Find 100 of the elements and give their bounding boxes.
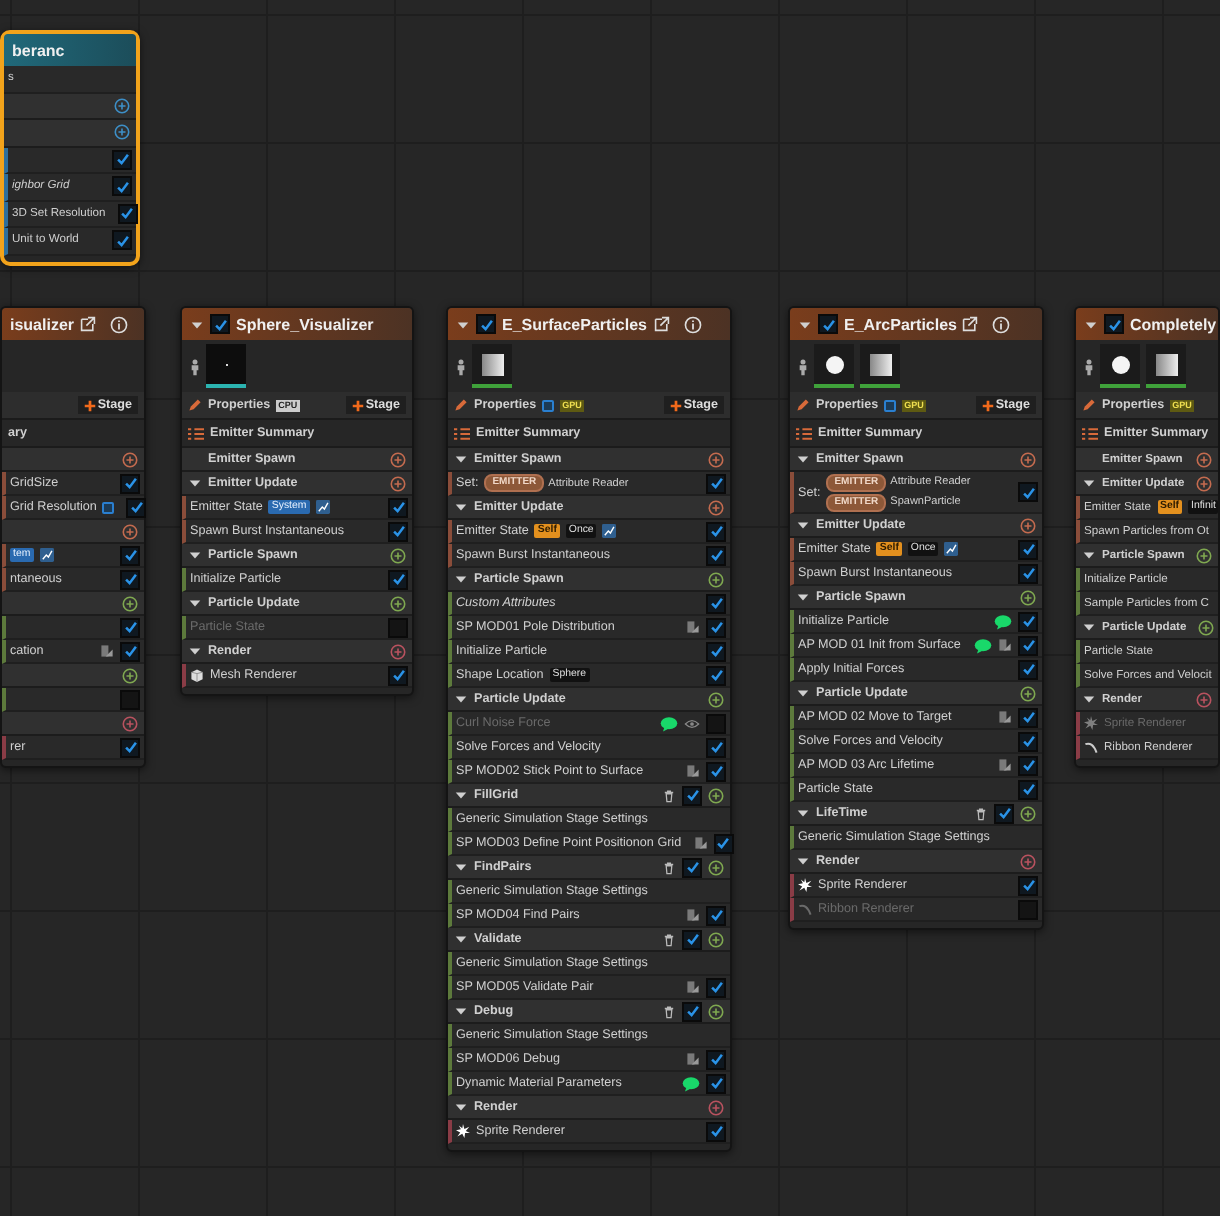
add-icon[interactable] [708, 571, 724, 587]
checkbox[interactable] [1018, 779, 1038, 799]
checkbox[interactable] [706, 1049, 726, 1069]
checkbox[interactable] [706, 737, 726, 757]
checkbox[interactable] [112, 230, 132, 251]
checkbox[interactable] [120, 569, 140, 589]
comment-icon[interactable] [974, 637, 992, 653]
checkbox[interactable] [706, 1073, 726, 1093]
caret-icon[interactable] [454, 1004, 468, 1018]
checkbox[interactable] [1018, 563, 1038, 583]
caret-icon[interactable] [796, 452, 810, 466]
add-icon[interactable] [390, 451, 406, 467]
checkbox[interactable] [706, 1121, 726, 1141]
add-icon[interactable] [390, 475, 406, 491]
checkbox[interactable] [682, 857, 702, 877]
graph-icon[interactable] [315, 500, 330, 514]
graph-icon[interactable] [39, 548, 54, 562]
checkbox[interactable] [682, 785, 702, 805]
caret-icon[interactable] [188, 476, 202, 490]
caret-icon[interactable] [454, 1100, 468, 1114]
caret-icon[interactable] [454, 452, 468, 466]
trash-icon[interactable] [662, 859, 676, 875]
add-icon[interactable] [390, 547, 406, 563]
checkbox[interactable] [706, 545, 726, 565]
checkbox[interactable] [1018, 539, 1038, 559]
caret-icon[interactable] [1084, 317, 1098, 331]
checkbox[interactable] [706, 617, 726, 637]
stage-header[interactable] [4, 120, 136, 147]
checkbox[interactable] [818, 314, 838, 334]
checkbox[interactable] [1018, 731, 1038, 751]
checkbox[interactable] [126, 497, 147, 517]
trash-icon[interactable] [974, 805, 988, 821]
add-icon[interactable] [708, 499, 724, 515]
caret-icon[interactable] [454, 500, 468, 514]
module-row[interactable] [2, 616, 144, 640]
figure-icon[interactable] [1084, 357, 1094, 375]
checkbox[interactable] [1018, 635, 1038, 655]
checkbox[interactable] [117, 203, 138, 224]
checkbox[interactable] [706, 665, 726, 685]
add-icon[interactable] [1020, 805, 1036, 821]
add-icon[interactable] [708, 1099, 724, 1115]
checkbox[interactable] [120, 689, 140, 709]
add-icon[interactable] [1196, 451, 1212, 467]
add-icon[interactable] [122, 451, 138, 467]
add-icon[interactable] [708, 451, 724, 467]
add-icon[interactable] [122, 667, 138, 683]
add-icon[interactable] [390, 643, 406, 659]
add-icon[interactable] [1020, 517, 1036, 533]
info-icon[interactable] [992, 315, 1011, 333]
emitter-node[interactable] [788, 306, 1044, 930]
checkbox[interactable] [706, 905, 726, 925]
checkbox[interactable] [706, 977, 726, 997]
checkbox[interactable] [210, 314, 230, 334]
stage-header[interactable] [2, 592, 144, 616]
dark-thumbnail[interactable] [206, 344, 246, 388]
emitter-node[interactable] [1074, 306, 1220, 768]
checkbox[interactable] [682, 929, 702, 949]
checkbox[interactable] [713, 833, 734, 853]
info-icon[interactable] [683, 315, 701, 333]
checkbox[interactable] [1018, 611, 1038, 631]
checkbox[interactable] [706, 521, 726, 541]
caret-icon[interactable] [796, 854, 810, 868]
module-row[interactable] [2, 688, 144, 712]
square-thumbnail[interactable] [472, 344, 512, 388]
checkbox[interactable] [1018, 707, 1038, 727]
external-link-icon[interactable] [962, 316, 979, 332]
add-icon[interactable] [1196, 475, 1213, 491]
add-icon[interactable] [114, 97, 130, 114]
checkbox[interactable] [120, 617, 140, 637]
caret-icon[interactable] [796, 590, 810, 604]
comment-icon[interactable] [994, 613, 1012, 629]
caret-icon[interactable] [456, 317, 470, 331]
stage-header[interactable] [2, 664, 144, 688]
add-icon[interactable] [114, 124, 130, 141]
add-icon[interactable] [1196, 547, 1213, 563]
caret-icon[interactable] [454, 788, 468, 802]
add-icon[interactable] [708, 691, 724, 707]
checkbox[interactable] [120, 473, 140, 493]
emitter-node[interactable] [180, 306, 414, 696]
add-icon[interactable] [708, 787, 724, 803]
add-icon[interactable] [122, 523, 138, 539]
trash-icon[interactable] [662, 1003, 676, 1019]
checkbox[interactable] [1018, 755, 1038, 775]
checkbox[interactable] [388, 521, 408, 541]
graph-icon[interactable] [944, 542, 959, 556]
caret-icon[interactable] [1082, 692, 1096, 706]
graph-icon[interactable] [602, 524, 617, 538]
caret-icon[interactable] [454, 692, 468, 706]
stage-header[interactable] [2, 712, 144, 736]
caret-icon[interactable] [190, 317, 204, 331]
square-thumbnail[interactable] [1146, 344, 1186, 388]
caret-icon[interactable] [454, 860, 468, 874]
checkbox[interactable] [120, 641, 140, 661]
checkbox[interactable] [1018, 875, 1038, 895]
caret-icon[interactable] [188, 596, 202, 610]
caret-icon[interactable] [188, 644, 202, 658]
add-icon[interactable] [1020, 853, 1036, 869]
checkbox[interactable] [388, 569, 408, 589]
trash-icon[interactable] [662, 787, 676, 803]
checkbox[interactable] [994, 803, 1014, 823]
